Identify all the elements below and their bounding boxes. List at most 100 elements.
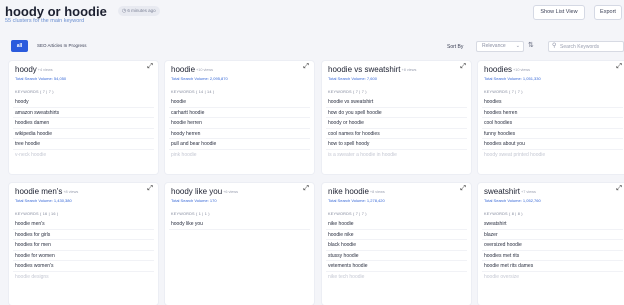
search-icon: ⚲ [552,43,557,49]
keyword-item[interactable]: tree hoodie [13,139,154,150]
keyword-item[interactable]: cool hoodies [482,118,623,129]
expand-icon[interactable]: ⤢ [460,185,466,193]
cluster-card[interactable]: sweatshirt+7 views ⤢ Total Search Volume: … [478,183,624,305]
keyword-item[interactable]: hoodies met rits [482,251,623,261]
cluster-title: hoody like you+6 views [171,187,238,196]
keyword-item[interactable]: hoodie oversize [482,272,623,283]
export-button[interactable]: Export [594,5,622,20]
tab-all[interactable]: all [11,40,28,52]
keyword-item[interactable]: hoodie [169,97,310,108]
cluster-views: +10 views [196,68,214,72]
expand-icon[interactable]: ⤢ [147,63,153,71]
cluster-card[interactable]: hoodie+10 views ⤢ Total Search Volume: 2,0… [165,61,314,174]
keyword-item[interactable]: hoodies for girls [13,230,154,240]
keyword-item[interactable]: hoody herren [169,129,310,139]
keyword-item[interactable]: vetements hoodie [326,261,467,272]
tab-seo-articles[interactable]: SEO Articles In Progress [37,43,87,48]
cluster-title: hoodie vs sweatshirt+8 views [328,65,416,74]
clock-icon: ◷ [122,8,127,14]
keywords-heading: KEYWORDS ( 1 | 1 ) [171,212,210,216]
cluster-card[interactable]: nike hoodie+8 views ⤢ Total Search Volume:… [322,183,471,305]
expand-icon[interactable]: ⤢ [147,185,153,193]
cluster-views: +7 views [521,190,536,194]
card-fade-overlay [478,164,624,174]
keyword-item[interactable]: stussy hoodie [326,251,467,261]
keyword-item[interactable]: hoodie men's [13,219,154,230]
keywords-heading: KEYWORDS ( 7 | 7 ) [484,90,523,94]
keyword-item[interactable]: nike tech hoodie [326,272,467,283]
sort-direction-icon[interactable]: ⇅ [528,41,534,49]
keyword-list: hoodie vs sweatshirt how do you spell hoo… [322,97,471,160]
card-fade-overlay [9,164,158,174]
keyword-item[interactable]: hoodies women's [13,261,154,272]
card-fade-overlay [478,295,624,305]
keywords-heading: KEYWORDS ( 8 | 8 ) [484,212,523,216]
keyword-item[interactable]: hoodies about you [482,139,623,150]
card-fade-overlay [322,164,471,174]
cluster-card[interactable]: hoody +4 views ⤢ Total Search Volume: 54,05… [9,61,158,174]
expand-icon[interactable]: ⤢ [616,63,622,71]
keyword-item[interactable]: how do you spell hoodie [326,108,467,118]
keyword-item[interactable]: blazer [482,230,623,240]
keyword-item[interactable]: sweatshirt [482,219,623,230]
keyword-item[interactable]: pink hoodie [169,150,310,161]
keyword-item[interactable]: nike hoodie [326,219,467,230]
keyword-item[interactable]: hoody sweat printed hoodie [482,150,623,161]
keyword-item[interactable]: hoody like you [169,219,310,230]
sort-select[interactable]: Relevance ⌄ [476,41,524,52]
keyword-item[interactable]: black hoodie [326,240,467,251]
keyword-item[interactable]: wikipedia hoodie [13,129,154,139]
keyword-item[interactable]: hoodie nike [326,230,467,240]
keyword-list: hoodie men's hoodies for girls hoodies for… [9,219,158,282]
total-search-volume: Total Search Volume: 1,278,420 [328,198,385,203]
expand-icon[interactable]: ⤢ [303,63,309,71]
keyword-item[interactable]: hoody or hoodie [326,118,467,129]
keyword-item[interactable]: carhartt hoodie [169,108,310,118]
expand-icon[interactable]: ⤢ [616,185,622,193]
keyword-item[interactable]: hoodie met rits dames [482,261,623,272]
cluster-title-text: hoodie men's [15,187,63,196]
time-badge: ◷6 minutes ago [118,6,160,16]
keyword-item[interactable]: pull and bear hoodie [169,139,310,150]
search-input[interactable] [560,43,620,50]
keyword-list: nike hoodie hoodie nike black hoodie stussy… [322,219,471,282]
show-list-view-button[interactable]: Show List View [533,5,585,20]
keyword-item[interactable]: v-neck hoodie [13,150,154,161]
cluster-views: +4 views [37,68,53,72]
cluster-views: +8 views [401,68,417,72]
cluster-card[interactable]: hoody like you+6 views ⤢ Total Search Volu… [165,183,314,305]
keyword-item[interactable]: hoodie vs sweatshirt [326,97,467,108]
keyword-item[interactable]: how to spell hoody [326,139,467,150]
total-search-volume: Total Search Volume: 1,051,330 [484,76,541,81]
keyword-item[interactable]: amazon sweatshirts [13,108,154,118]
cluster-title-text: hoodie vs sweatshirt [328,65,401,74]
expand-icon[interactable]: ⤢ [303,185,309,193]
keyword-item[interactable]: hoodie designs [13,272,154,283]
keyword-item[interactable]: hoodie herren [169,118,310,129]
keyword-item[interactable]: hoodies damen [13,118,154,129]
cluster-views: +10 views [513,68,531,72]
keyword-item[interactable]: is a sweater a hoodie in hoodie [326,150,467,161]
cluster-card[interactable]: hoodies +10 views ⤢ Total Search Volume: 1,… [478,61,624,174]
cluster-card[interactable]: hoodie men's+8 views ⤢ Total Search Volume… [9,183,158,305]
total-search-volume: Total Search Volume: 170 [171,198,217,203]
card-fade-overlay [165,164,314,174]
keywords-heading: KEYWORDS ( 7 | 7 ) [15,90,54,94]
search-box[interactable]: ⚲ [548,41,624,52]
keyword-item[interactable]: oversized hoodie [482,240,623,251]
cluster-card[interactable]: hoodie vs sweatshirt+8 views ⤢ Total Searc… [322,61,471,174]
keyword-item[interactable]: cool names for hoodies [326,129,467,139]
keyword-item[interactable]: hoody [13,97,154,108]
keyword-list: hoodies hoodies herren cool hoodies funny h… [478,97,624,160]
total-search-volume: Total Search Volume: 7,600 [328,76,377,81]
cluster-title-text: hoodie [171,65,196,74]
keyword-item[interactable]: funny hoodies [482,129,623,139]
keyword-list: hoody amazon sweatshirts hoodies damen wiki… [9,97,158,160]
keyword-item[interactable]: hoodies herren [482,108,623,118]
keyword-item[interactable]: hoodies for men [13,240,154,251]
total-search-volume: Total Search Volume: 54,050 [15,76,67,81]
keyword-item[interactable]: hoodies [482,97,623,108]
expand-icon[interactable]: ⤢ [460,63,466,71]
cluster-title: sweatshirt+7 views [484,187,536,196]
keyword-item[interactable]: hoodie for women [13,251,154,261]
